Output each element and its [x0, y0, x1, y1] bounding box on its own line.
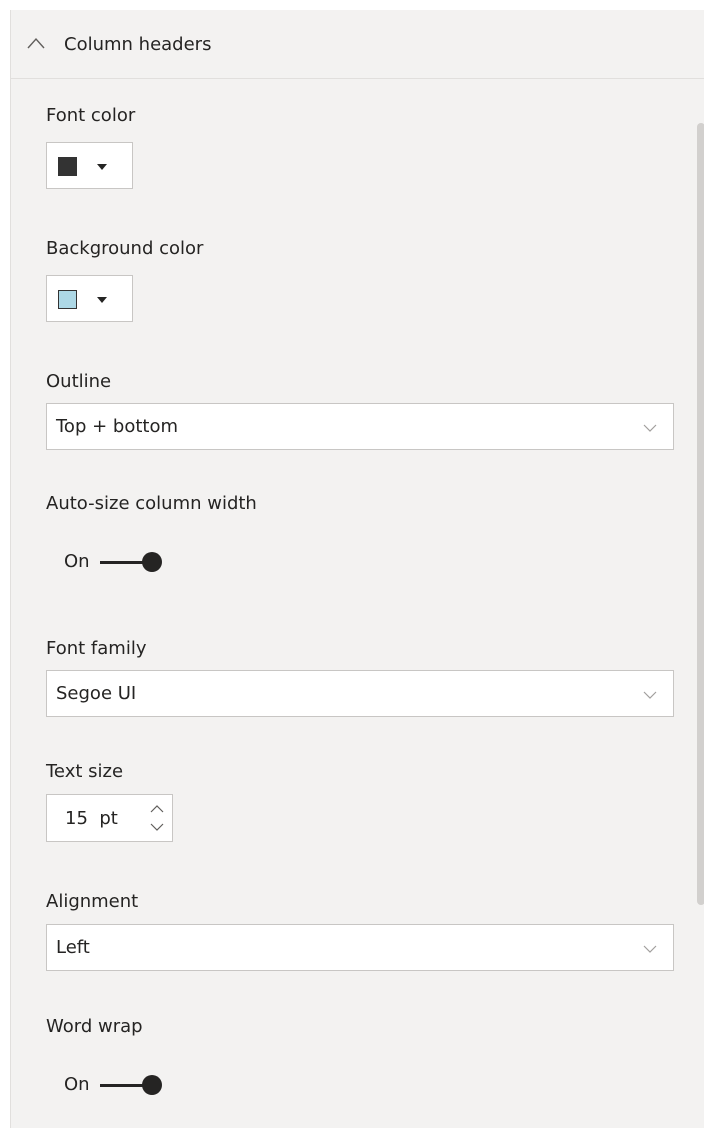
auto-size-label: Auto-size column width [46, 493, 257, 514]
toggle-knob [142, 1075, 162, 1095]
stepper-up-icon[interactable] [150, 805, 164, 813]
auto-size-state: On [64, 551, 90, 572]
section-title: Column headers [64, 34, 212, 55]
format-pane: Column headers Font color Background col… [10, 10, 704, 1128]
chevron-up-icon[interactable] [27, 37, 45, 49]
outline-label: Outline [46, 371, 112, 392]
caret-down-icon [97, 164, 107, 170]
toggle-knob [142, 552, 162, 572]
font-family-label: Font family [46, 638, 147, 659]
text-size-stepper[interactable]: 15 pt [46, 794, 173, 842]
font-color-swatch [58, 157, 77, 176]
background-color-label: Background color [46, 238, 204, 259]
alignment-label: Alignment [46, 891, 139, 912]
text-size-value: 15 pt [65, 808, 118, 829]
chevron-down-icon [643, 424, 657, 432]
word-wrap-state: On [64, 1074, 90, 1095]
text-size-label: Text size [46, 761, 124, 782]
background-color-swatch [58, 290, 77, 309]
chevron-down-icon [643, 691, 657, 699]
background-color-picker[interactable] [46, 275, 133, 322]
alignment-value: Left [56, 937, 90, 958]
toggle-track [100, 1084, 146, 1087]
font-color-picker[interactable] [46, 142, 133, 189]
column-headers-section-header[interactable]: Column headers [11, 10, 704, 79]
auto-size-toggle[interactable]: On [64, 549, 184, 575]
font-family-dropdown[interactable]: Segoe UI [46, 670, 674, 717]
alignment-dropdown[interactable]: Left [46, 924, 674, 971]
chevron-down-icon [643, 945, 657, 953]
outline-value: Top + bottom [56, 416, 179, 437]
font-family-value: Segoe UI [56, 683, 137, 704]
vertical-scrollbar[interactable] [697, 123, 704, 905]
toggle-track [100, 561, 146, 564]
caret-down-icon [97, 297, 107, 303]
word-wrap-toggle[interactable]: On [64, 1072, 184, 1098]
word-wrap-label: Word wrap [46, 1016, 143, 1037]
font-color-label: Font color [46, 105, 136, 126]
outline-dropdown[interactable]: Top + bottom [46, 403, 674, 450]
stepper-down-icon[interactable] [150, 823, 164, 831]
